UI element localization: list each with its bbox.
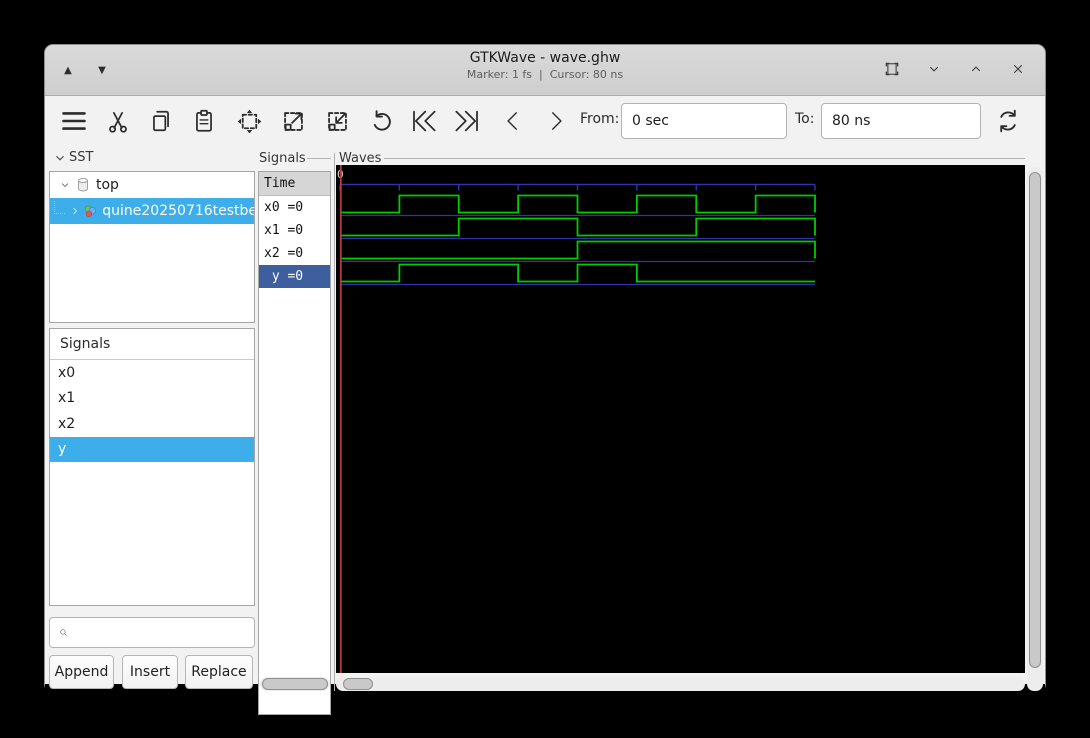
zoom-fit-icon bbox=[236, 108, 263, 135]
desktop: { "titlebar": { "title": "GTKWave - wave… bbox=[0, 0, 1090, 738]
wave-hscrollbar-track[interactable] bbox=[336, 677, 1025, 691]
chevron-right-icon[interactable] bbox=[67, 205, 82, 217]
prev-edge-button[interactable] bbox=[494, 100, 532, 142]
signal-browser-header[interactable]: Signals bbox=[50, 329, 254, 360]
copy-button[interactable] bbox=[142, 100, 180, 142]
names-hscrollbar-track[interactable] bbox=[260, 677, 330, 691]
triangle-up-icon: ▲ bbox=[64, 65, 72, 76]
sst-tree-panel[interactable]: top quine20250716testbench bbox=[49, 171, 255, 323]
names-panel[interactable]: Time x0 =0 x1 =0 x2 =0 y =0 bbox=[258, 171, 331, 715]
signal-item-label: y bbox=[58, 441, 66, 457]
signal-item-x1[interactable]: x1 bbox=[50, 386, 254, 412]
waves-panel-label: Waves bbox=[339, 151, 381, 166]
frame-line bbox=[307, 158, 331, 159]
replace-button[interactable]: Replace bbox=[185, 655, 253, 689]
append-button[interactable]: Append bbox=[49, 655, 114, 689]
signal-item-label: x1 bbox=[58, 390, 75, 406]
tree-item-top[interactable]: top bbox=[50, 172, 254, 198]
reload-button[interactable] bbox=[989, 100, 1027, 142]
zoom-out-button[interactable] bbox=[318, 100, 356, 142]
signal-item-x0[interactable]: x0 bbox=[50, 360, 254, 386]
wave-svg: 0 bbox=[336, 165, 1025, 673]
scissors-icon bbox=[105, 108, 131, 134]
skip-to-start-icon bbox=[409, 106, 439, 136]
from-label: From: bbox=[580, 111, 619, 127]
sst-frame-header: SST bbox=[53, 150, 93, 165]
skip-to-end-icon bbox=[452, 106, 482, 136]
time-column-header[interactable]: Time bbox=[259, 172, 330, 196]
signal-browser-panel[interactable]: Signals x0 x1 x2 y bbox=[49, 328, 255, 606]
tree-guide-line bbox=[54, 201, 65, 214]
chevron-up-icon bbox=[967, 60, 985, 78]
chevron-left-icon bbox=[500, 108, 526, 134]
signal-item-label: x2 bbox=[58, 416, 75, 432]
module-icon bbox=[82, 202, 98, 221]
tree-item-label: top bbox=[96, 177, 119, 193]
wave-hscrollbar-thumb[interactable] bbox=[343, 678, 373, 690]
signal-item-label: x0 bbox=[58, 365, 75, 381]
gtkwave-window: ▲ ▼ GTKWave - wave.ghw Marker: 1 fs | Cu… bbox=[44, 44, 1046, 689]
sst-label: SST bbox=[69, 150, 93, 165]
wave-vscrollbar-track[interactable] bbox=[1027, 167, 1043, 691]
reload-icon bbox=[994, 107, 1022, 135]
clipboard-paste-icon bbox=[191, 108, 217, 134]
zoom-in-button[interactable] bbox=[274, 100, 312, 142]
panel-splitter[interactable] bbox=[334, 153, 335, 691]
to-field[interactable] bbox=[821, 103, 981, 139]
name-row-x0[interactable]: x0 =0 bbox=[259, 196, 330, 219]
insert-button[interactable]: Insert bbox=[122, 655, 178, 689]
triangle-down-icon: ▼ bbox=[98, 65, 106, 76]
hamburger-menu-icon bbox=[58, 107, 90, 135]
chevron-down-icon[interactable] bbox=[56, 179, 74, 191]
to-label: To: bbox=[795, 111, 814, 127]
chevron-down-icon bbox=[925, 60, 943, 78]
database-icon bbox=[74, 176, 92, 194]
signal-item-x2[interactable]: x2 bbox=[50, 411, 254, 437]
go-to-end-button[interactable] bbox=[448, 100, 486, 142]
name-row-x1[interactable]: x1 =0 bbox=[259, 219, 330, 242]
close-icon bbox=[1009, 60, 1027, 78]
sst-expander-icon[interactable] bbox=[53, 151, 67, 165]
tree-item-testbench[interactable]: quine20250716testbench bbox=[50, 198, 254, 224]
titlebar[interactable]: ▲ ▼ GTKWave - wave.ghw Marker: 1 fs | Cu… bbox=[45, 45, 1045, 96]
titlebar-arrow-up-button[interactable]: ▲ bbox=[55, 57, 81, 83]
frame-line bbox=[384, 158, 1025, 159]
zoom-out-icon bbox=[324, 108, 351, 135]
menu-button[interactable] bbox=[55, 100, 93, 142]
undo-icon bbox=[367, 108, 394, 135]
wave-vscrollbar-thumb[interactable] bbox=[1029, 172, 1041, 668]
fullscreen-button[interactable] bbox=[879, 56, 905, 82]
copy-icon bbox=[148, 108, 174, 134]
tree-item-label: quine20250716testbench bbox=[102, 203, 254, 219]
titlebar-arrow-down-button[interactable]: ▼ bbox=[89, 57, 115, 83]
zoom-fit-button[interactable] bbox=[230, 100, 268, 142]
search-icon bbox=[59, 624, 68, 641]
from-field[interactable] bbox=[621, 103, 787, 139]
wave-canvas[interactable]: 0 bbox=[336, 165, 1025, 673]
maximize-button[interactable] bbox=[963, 56, 989, 82]
go-to-start-button[interactable] bbox=[405, 100, 443, 142]
titlebar-right-buttons bbox=[879, 56, 1031, 82]
close-button[interactable] bbox=[1005, 56, 1031, 82]
fullscreen-icon bbox=[883, 60, 901, 78]
next-edge-button[interactable] bbox=[537, 100, 575, 142]
titlebar-left-buttons: ▲ ▼ bbox=[55, 57, 115, 83]
signal-item-y[interactable]: y bbox=[50, 437, 254, 463]
names-panel-label: Signals bbox=[259, 151, 306, 166]
zoom-in-icon bbox=[280, 108, 307, 135]
undo-button[interactable] bbox=[361, 100, 399, 142]
names-hscrollbar-thumb[interactable] bbox=[262, 678, 328, 690]
name-row-x2[interactable]: x2 =0 bbox=[259, 242, 330, 265]
minimize-button[interactable] bbox=[921, 56, 947, 82]
name-row-y[interactable]: y =0 bbox=[259, 265, 330, 288]
cut-button[interactable] bbox=[99, 100, 137, 142]
signal-search-box[interactable] bbox=[49, 617, 255, 648]
chevron-right-icon bbox=[543, 108, 569, 134]
search-input[interactable] bbox=[74, 617, 254, 648]
paste-button[interactable] bbox=[185, 100, 223, 142]
